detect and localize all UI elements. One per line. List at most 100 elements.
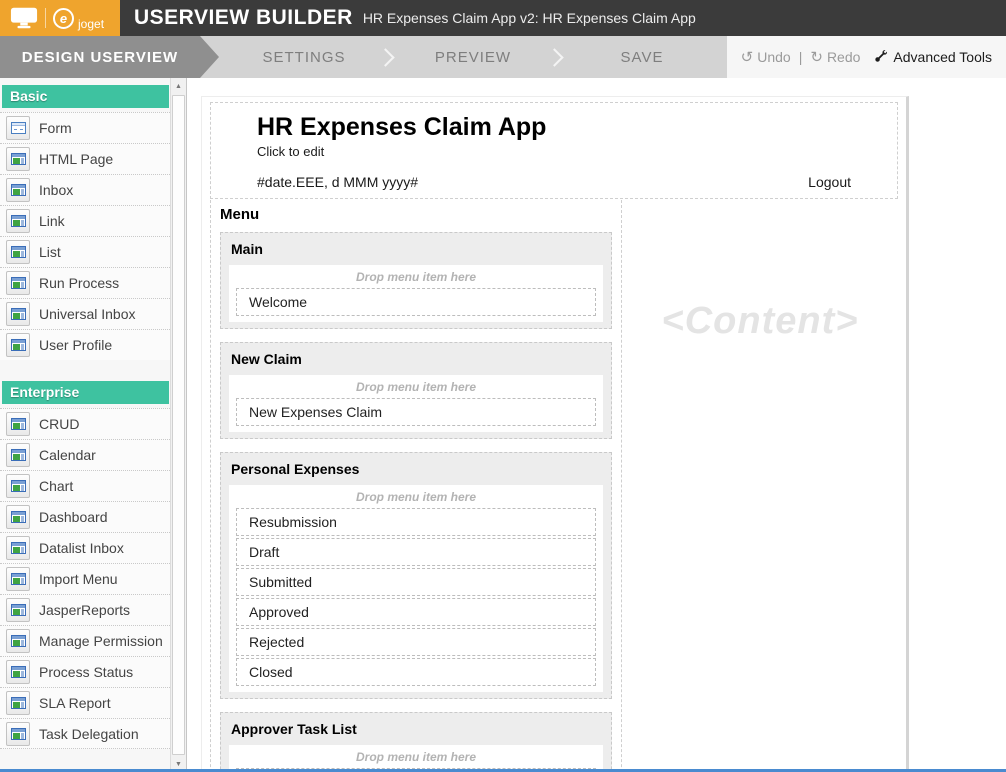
menu-item-draft[interactable]: Draft [236, 538, 596, 566]
icon-content-block [13, 251, 20, 257]
menu-category-approver-task-list[interactable]: Approver Task ListDrop menu item hereApp… [220, 712, 612, 772]
undo-button[interactable]: ↺ Undo [741, 48, 791, 66]
menu-item-resubmission[interactable]: Resubmission [236, 508, 596, 536]
palette-item-universal-inbox[interactable]: Universal Inbox [0, 298, 170, 329]
icon-side-column [21, 702, 24, 708]
menu-item-approved[interactable]: Approved [236, 598, 596, 626]
palette-item-sla-report[interactable]: SLA Report [0, 687, 170, 718]
joget-logo-icon: e [53, 8, 74, 29]
icon-titlebar [12, 278, 25, 281]
advanced-tools-button[interactable]: Advanced Tools [874, 49, 992, 65]
redo-button[interactable]: ↻ Redo [810, 48, 860, 66]
drop-hint-text: Drop menu item here [234, 267, 598, 288]
window-icon [6, 412, 30, 436]
window-icon [11, 573, 26, 585]
menu-category-main[interactable]: Main Drop menu item hereWelcome [220, 232, 612, 329]
icon-titlebar [12, 340, 25, 343]
click-to-edit-hint[interactable]: Click to edit [257, 144, 897, 159]
menu-item-new-expenses-claim[interactable]: New Expenses Claim [236, 398, 596, 426]
palette-item-link[interactable]: Link [0, 205, 170, 236]
toolbar-divider: | [799, 49, 803, 65]
palette-item-crud[interactable]: CRUD [0, 408, 170, 439]
tab-bar: DESIGN USERVIEW SETTINGS PREVIEW SAVE ↺ … [0, 36, 1006, 78]
tab-settings[interactable]: SETTINGS [219, 36, 389, 78]
window-icon [6, 333, 30, 357]
menu-category-personal-expenses[interactable]: Personal ExpensesDrop menu item hereResu… [220, 452, 612, 699]
menu-drop-zone[interactable]: Drop menu item hereNew Expenses Claim [229, 375, 603, 432]
icon-content-block [13, 454, 20, 460]
logout-link[interactable]: Logout [808, 174, 851, 190]
tab-design-userview[interactable]: DESIGN USERVIEW [0, 36, 200, 78]
icon-content-block [13, 702, 20, 708]
icon-content-block [13, 733, 20, 739]
palette-item-run-process[interactable]: Run Process [0, 267, 170, 298]
builder-toolbar: ↺ Undo | ↻ Redo Advanced Tools [727, 36, 1006, 78]
palette-item-task-delegation[interactable]: Task Delegation [0, 718, 170, 749]
window-icon [11, 308, 26, 320]
tab-label: DESIGN USERVIEW [22, 49, 178, 66]
menu-category-title: Main [231, 241, 603, 257]
palette-item-inbox[interactable]: Inbox [0, 174, 170, 205]
palette-item-label: Import Menu [39, 571, 118, 587]
window-icon [6, 147, 30, 171]
icon-titlebar [12, 309, 25, 312]
menu-item-submitted[interactable]: Submitted [236, 568, 596, 596]
icon-side-column [21, 671, 24, 677]
palette-item-label: CRUD [39, 416, 79, 432]
sidebar-scrollbar[interactable]: ▲ ▼ [170, 78, 186, 772]
palette-item-chart[interactable]: Chart [0, 470, 170, 501]
scroll-up-icon[interactable]: ▲ [171, 78, 186, 94]
drop-hint-text: Drop menu item here [234, 487, 598, 508]
palette-item-html-page[interactable]: HTML Page [0, 143, 170, 174]
drop-hint-text: Drop menu item here [234, 377, 598, 398]
scrollbar-thumb[interactable] [172, 95, 185, 755]
palette-item-manage-permission[interactable]: Manage Permission [0, 625, 170, 656]
palette-item-calendar[interactable]: Calendar [0, 439, 170, 470]
menu-drop-zone[interactable]: Drop menu item hereApprover Inbox [229, 745, 603, 772]
icon-content-block [13, 485, 20, 491]
window-icon [11, 604, 26, 616]
tab-label: PREVIEW [435, 49, 511, 66]
palette-item-user-profile[interactable]: User Profile [0, 329, 170, 360]
menu-category-new-claim[interactable]: New ClaimDrop menu item hereNew Expenses… [220, 342, 612, 439]
palette-item-dashboard[interactable]: Dashboard [0, 501, 170, 532]
icon-content-block [13, 158, 20, 164]
undo-icon: ↺ [741, 48, 754, 66]
userview-app-title[interactable]: HR Expenses Claim App [257, 113, 897, 142]
icon-side-column [21, 220, 24, 226]
form-window-icon [11, 122, 26, 134]
window-icon [6, 443, 30, 467]
design-area: HR Expenses Claim App Click to edit #dat… [186, 78, 1006, 772]
icon-side-column [21, 454, 24, 460]
active-tab-arrow [200, 36, 219, 78]
palette-item-label: Inbox [39, 182, 73, 198]
window-icon [6, 271, 30, 295]
menu-item-welcome[interactable]: Welcome [236, 288, 596, 316]
menu-drop-zone[interactable]: Drop menu item hereResubmissionDraftSubm… [229, 485, 603, 692]
window-icon [11, 215, 26, 227]
window-icon [11, 511, 26, 523]
menu-item-closed[interactable]: Closed [236, 658, 596, 686]
icon-content-block [13, 423, 20, 429]
tab-preview[interactable]: PREVIEW [388, 36, 558, 78]
palette-item-list[interactable]: List [0, 236, 170, 267]
palette-item-label: Process Status [39, 664, 133, 680]
icon-side-column [21, 313, 24, 319]
window-icon [11, 542, 26, 554]
userview-header-block[interactable]: HR Expenses Claim App Click to edit #dat… [210, 102, 898, 199]
icon-titlebar [12, 729, 25, 732]
palette-item-datalist-inbox[interactable]: Datalist Inbox [0, 532, 170, 563]
menu-item-rejected[interactable]: Rejected [236, 628, 596, 656]
window-icon [11, 246, 26, 258]
tab-save[interactable]: SAVE [557, 36, 727, 78]
palette-item-label: User Profile [39, 337, 112, 353]
window-icon [11, 635, 26, 647]
palette-item-process-status[interactable]: Process Status [0, 656, 170, 687]
palette-item-form[interactable]: Form [0, 112, 170, 143]
icon-titlebar [12, 481, 25, 484]
header-meta-row: #date.EEE, d MMM yyyy# Logout [211, 159, 897, 192]
palette-item-jasperreports[interactable]: JasperReports [0, 594, 170, 625]
palette-item-import-menu[interactable]: Import Menu [0, 563, 170, 594]
menu-drop-zone[interactable]: Drop menu item hereWelcome [229, 265, 603, 322]
palette-group-header: Enterprise [2, 381, 169, 404]
